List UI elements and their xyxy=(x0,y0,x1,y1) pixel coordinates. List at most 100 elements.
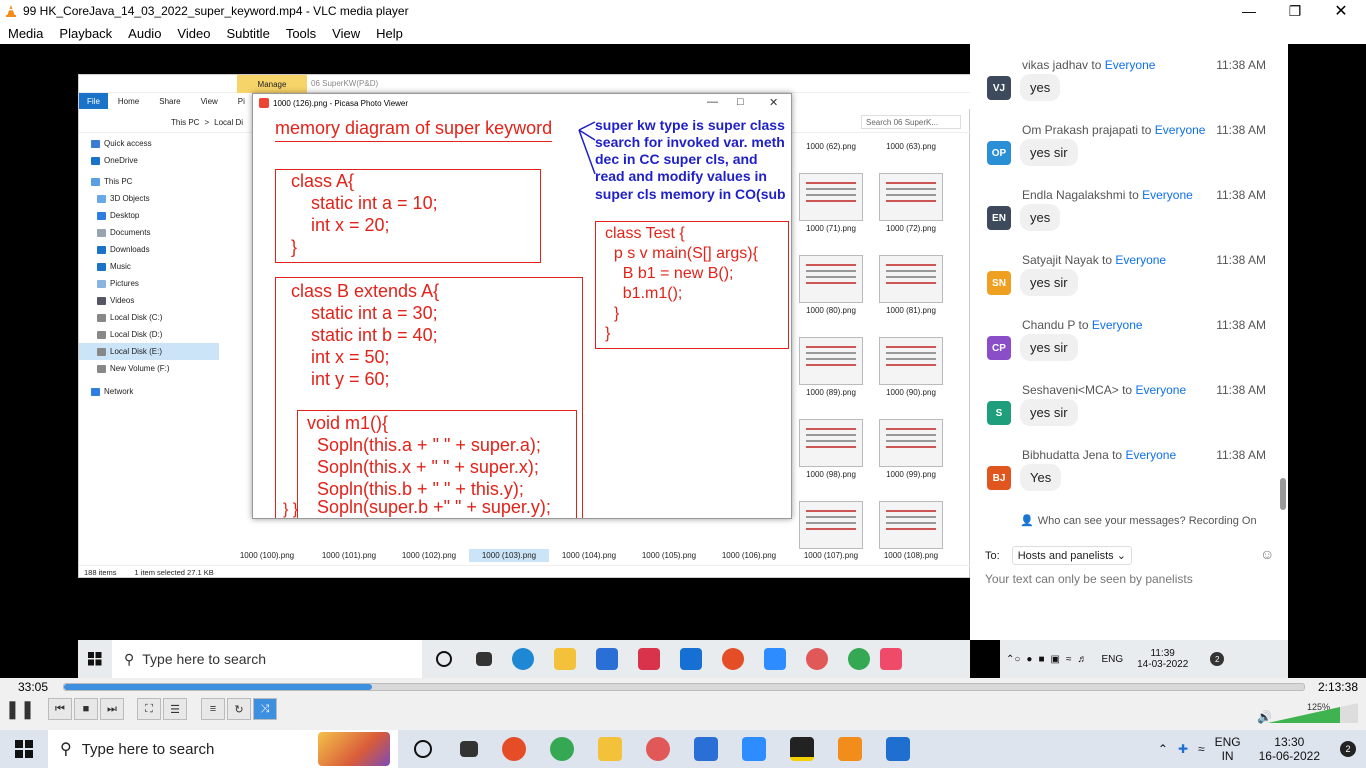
volume-slider[interactable] xyxy=(1268,701,1358,723)
folder-icon xyxy=(97,279,106,288)
seek-bar[interactable] xyxy=(63,683,1305,691)
code-line: static int a = 30; xyxy=(291,303,438,323)
message-header: Chandu P to Everyone xyxy=(1022,318,1143,332)
menu-view[interactable]: View xyxy=(324,26,368,41)
code-line: } xyxy=(291,237,298,257)
thumbnail xyxy=(879,255,943,303)
nav-videos: Videos xyxy=(79,292,219,309)
start-button[interactable] xyxy=(0,730,48,768)
wifi-icon[interactable]: ≈ xyxy=(1198,742,1205,756)
fullscreen-button[interactable]: ⛶ xyxy=(137,698,161,720)
task-view-icon[interactable] xyxy=(460,741,478,757)
paint-icon xyxy=(806,648,828,670)
pause-button[interactable]: ❚❚ xyxy=(5,698,35,720)
chat-scrollbar xyxy=(1280,478,1286,510)
chat-message: VJ vikas jadhav to Everyone 11:38 AM yes xyxy=(970,52,1288,117)
message-text: Yes xyxy=(1020,464,1062,491)
restore-button[interactable]: ❐ xyxy=(1272,0,1318,22)
task-view-icon xyxy=(476,652,492,666)
status-item-count: 188 items xyxy=(84,568,117,577)
next-button[interactable]: ⏭ xyxy=(100,698,124,720)
thumb-label: 1000 (63).png xyxy=(886,142,936,151)
recorder-icon[interactable] xyxy=(502,737,526,761)
nav-label: Desktop xyxy=(110,211,140,220)
thumbnail xyxy=(879,501,943,549)
notification-badge[interactable]: 2 xyxy=(1340,741,1356,757)
input-language[interactable]: ENG IN xyxy=(1215,735,1241,763)
menu-audio[interactable]: Audio xyxy=(120,26,169,41)
meet-now-icon[interactable]: ✚ xyxy=(1178,742,1188,756)
search-highlight-image xyxy=(318,732,390,766)
sender-name: Bibhudatta Jena xyxy=(1022,448,1109,462)
paint-icon[interactable] xyxy=(646,737,670,761)
chrome-icon[interactable] xyxy=(550,737,574,761)
taskbar-search-box[interactable]: ⚲ Type here to search xyxy=(48,730,398,768)
thumb-label: 1000 (102).png xyxy=(401,551,457,560)
menu-subtitle[interactable]: Subtitle xyxy=(218,26,277,41)
star-icon xyxy=(91,139,100,148)
stop-button[interactable]: ■ xyxy=(74,698,98,720)
vlc-icon[interactable] xyxy=(838,737,862,761)
photos-icon[interactable] xyxy=(886,737,910,761)
nav-label: 3D Objects xyxy=(110,194,150,203)
menu-media[interactable]: Media xyxy=(0,26,51,41)
to-word: to xyxy=(1128,188,1139,202)
code-line: class B extends A{ xyxy=(291,281,440,301)
picasa-close-icon: ✕ xyxy=(769,97,779,109)
cortana-icon[interactable] xyxy=(414,740,432,758)
explorer-nav-pane: Quick access OneDrive This PC 3D Objects… xyxy=(79,135,219,565)
shuffle-button[interactable]: ⤨ xyxy=(253,698,277,720)
minimize-button[interactable]: — xyxy=(1226,0,1272,22)
avatar: BJ xyxy=(987,466,1011,490)
recipient: Everyone xyxy=(1154,123,1206,137)
chat-message: OP Om Prakash prajapati to Everyone 11:3… xyxy=(970,117,1288,182)
rec-clock: 11:39 14-03-2022 xyxy=(1137,648,1188,670)
close-button[interactable]: ✕ xyxy=(1318,0,1364,22)
code-line: p s v main(S[] args){ xyxy=(605,245,758,262)
picasa-maximize-icon: □ xyxy=(737,96,744,108)
vlc-controls: 33:05 2:13:38 ❚❚ ⏮ ■ ⏭ ⛶ ☰ ≡ ↻ ⤨ 🔊 125% xyxy=(0,678,1366,730)
code-line: } xyxy=(605,305,620,322)
note-line: super kw type is super class xyxy=(595,117,785,133)
search-placeholder: Type here to search xyxy=(81,740,215,758)
nav-pictures: Pictures xyxy=(79,275,219,292)
code-line: void m1(){ xyxy=(307,413,389,433)
pc-icon xyxy=(91,177,100,186)
nav-volume-f: New Volume (F:) xyxy=(79,360,219,377)
recipient: Everyone xyxy=(1142,188,1193,202)
avatar: SN xyxy=(987,271,1011,295)
nav-label: Music xyxy=(110,262,131,271)
vlc-menu-bar: Media Playback Audio Video Subtitle Tool… xyxy=(0,22,1366,44)
tray-chevron-icon[interactable]: ⌃ xyxy=(1158,742,1168,756)
menu-tools[interactable]: Tools xyxy=(278,26,324,41)
thumbnail xyxy=(879,337,943,385)
slide-title: memory diagram of super keyword xyxy=(275,118,553,142)
message-time: 11:38 AM xyxy=(1216,383,1266,397)
vlc-cone-icon xyxy=(6,5,16,17)
nav-label: OneDrive xyxy=(104,156,138,165)
vlc-title-bar: 99 HK_CoreJava_14_03_2022_super_keyword.… xyxy=(0,0,1366,22)
region-label: IN xyxy=(1221,749,1234,763)
thumbnail xyxy=(799,337,863,385)
menu-video[interactable]: Video xyxy=(169,26,218,41)
file-explorer-icon[interactable] xyxy=(598,737,622,761)
sticky-notes-icon[interactable] xyxy=(790,737,814,761)
nav-onedrive: OneDrive xyxy=(79,152,219,169)
zoom-icon[interactable] xyxy=(742,737,766,761)
to-word: to xyxy=(1078,318,1089,332)
playlist-button[interactable]: ≡ xyxy=(201,698,225,720)
thumbnail xyxy=(879,173,943,221)
clock[interactable]: 13:30 16-06-2022 xyxy=(1259,735,1320,763)
code-line: class A{ xyxy=(291,171,355,191)
store-icon[interactable] xyxy=(694,737,718,761)
menu-playback[interactable]: Playback xyxy=(51,26,120,41)
loop-button[interactable]: ↻ xyxy=(227,698,251,720)
thumb-label: 1000 (81).png xyxy=(886,306,936,315)
code-line: static int a = 10; xyxy=(291,193,438,213)
extended-settings-button[interactable]: ☰ xyxy=(163,698,187,720)
menu-help[interactable]: Help xyxy=(368,26,411,41)
previous-button[interactable]: ⏮ xyxy=(48,698,72,720)
thumb-label: 1000 (104).png xyxy=(561,551,617,560)
thumb-label: 1000 (105).png xyxy=(641,551,697,560)
avatar: S xyxy=(987,401,1011,425)
